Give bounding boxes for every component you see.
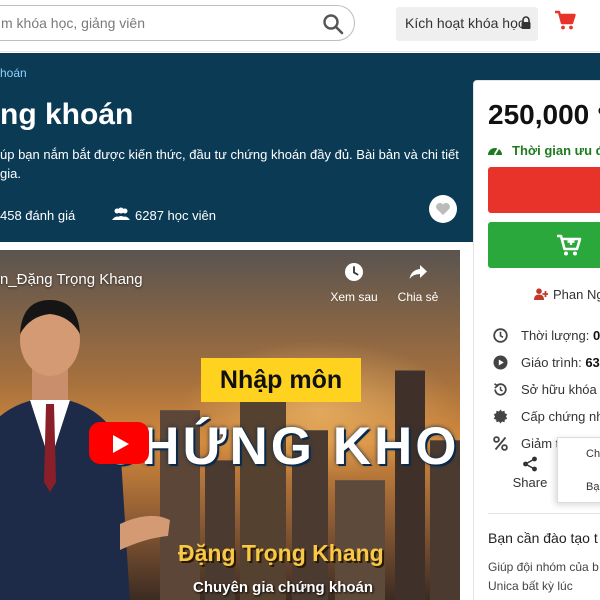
info-curriculum-text: Giáo trình: 63 <box>521 355 600 370</box>
info-certificate-text: Cấp chứng nh <box>521 409 600 424</box>
wishlist-button[interactable] <box>429 195 457 223</box>
intro-text: Nhập môn <box>219 366 343 394</box>
course-preview-video[interactable]: n_Đặng Trọng Khang Xem sau Chia sẻ Nhập … <box>0 250 460 600</box>
clock-icon <box>345 263 363 281</box>
play-icon <box>113 435 129 453</box>
top-header: m khóa học, giảng viên Kích hoạt khóa họ… <box>0 0 600 52</box>
info-duration-text: Thời lượng: 06 <box>521 328 600 343</box>
percent-icon <box>493 436 508 451</box>
video-title: n_Đặng Trọng Khang <box>0 271 143 288</box>
history-icon <box>494 383 507 396</box>
share-label: Share <box>512 475 548 490</box>
play-button[interactable] <box>89 422 149 464</box>
certificate-icon <box>493 409 508 424</box>
activate-course-button[interactable]: Kích hoạt khóa học <box>396 7 538 41</box>
cart-plus-icon <box>557 234 582 256</box>
teacher-name: Phan Ng <box>553 287 600 302</box>
course-description: úp bạn nắm bắt được kiến thức, đầu tư ch… <box>0 147 459 181</box>
rating-count: 458 đánh giá <box>0 208 76 223</box>
add-to-cart-button[interactable]: T <box>488 222 600 268</box>
business-training-description: Giúp đội nhóm của b trên Unica bất kỳ lú… <box>488 560 600 593</box>
watch-later-label: Xem sau <box>330 290 378 304</box>
video-author-role: Chuyên gia chứng khoán <box>193 579 374 596</box>
intro-banner: Nhập môn <box>201 358 361 402</box>
search-input[interactable]: m khóa học, giảng viên <box>1 15 145 31</box>
building <box>395 370 425 600</box>
teacher-link[interactable]: Phan Ng <box>534 286 600 304</box>
purchase-card: 250,000 đ Thời gian ưu đã Đ T Phan Ng <box>473 80 600 600</box>
business-training-title: Bạn cần đào tạo t <box>488 530 598 546</box>
share-popup-item[interactable]: Bạ <box>586 481 599 493</box>
heart-icon <box>436 203 450 215</box>
clock-icon <box>493 328 508 343</box>
share-button[interactable]: Share <box>508 456 552 492</box>
watch-later-button[interactable]: Xem sau <box>328 262 380 306</box>
share-icon <box>523 456 537 472</box>
lock-icon <box>521 16 531 29</box>
cart-icon[interactable] <box>554 9 576 31</box>
info-ownership-text: Sở hữu khóa h <box>521 382 600 397</box>
user-plus-icon <box>534 288 548 300</box>
promo-countdown-label: Thời gian ưu đã <box>512 143 600 158</box>
page: m khóa học, giảng viên Kích hoạt khóa họ… <box>0 0 600 600</box>
users-icon <box>112 207 130 220</box>
video-headline: CHỨNG KHOÁN <box>100 417 460 476</box>
share-popup: Cha Bạ <box>557 437 600 503</box>
student-count: 6287 học viên <box>135 208 216 223</box>
video-author-name: Đặng Trọng Khang <box>178 540 384 566</box>
breadcrumb[interactable]: hoán <box>0 66 27 80</box>
card-divider <box>488 513 600 514</box>
search-icon[interactable] <box>322 13 344 35</box>
speedometer-icon <box>488 148 502 155</box>
activate-course-label: Kích hoạt khóa học <box>405 15 525 31</box>
course-price: 250,000 <box>488 99 590 130</box>
course-title: ng khoán <box>0 98 134 131</box>
buy-now-button[interactable]: Đ <box>488 167 600 213</box>
search-box[interactable]: m khóa học, giảng viên <box>0 5 355 41</box>
share-video-button[interactable]: Chia sẻ <box>395 262 441 306</box>
play-circle-icon <box>493 355 508 370</box>
share-arrow-icon <box>409 265 427 279</box>
share-popup-item[interactable]: Cha <box>586 448 600 460</box>
share-video-label: Chia sẻ <box>397 290 439 304</box>
